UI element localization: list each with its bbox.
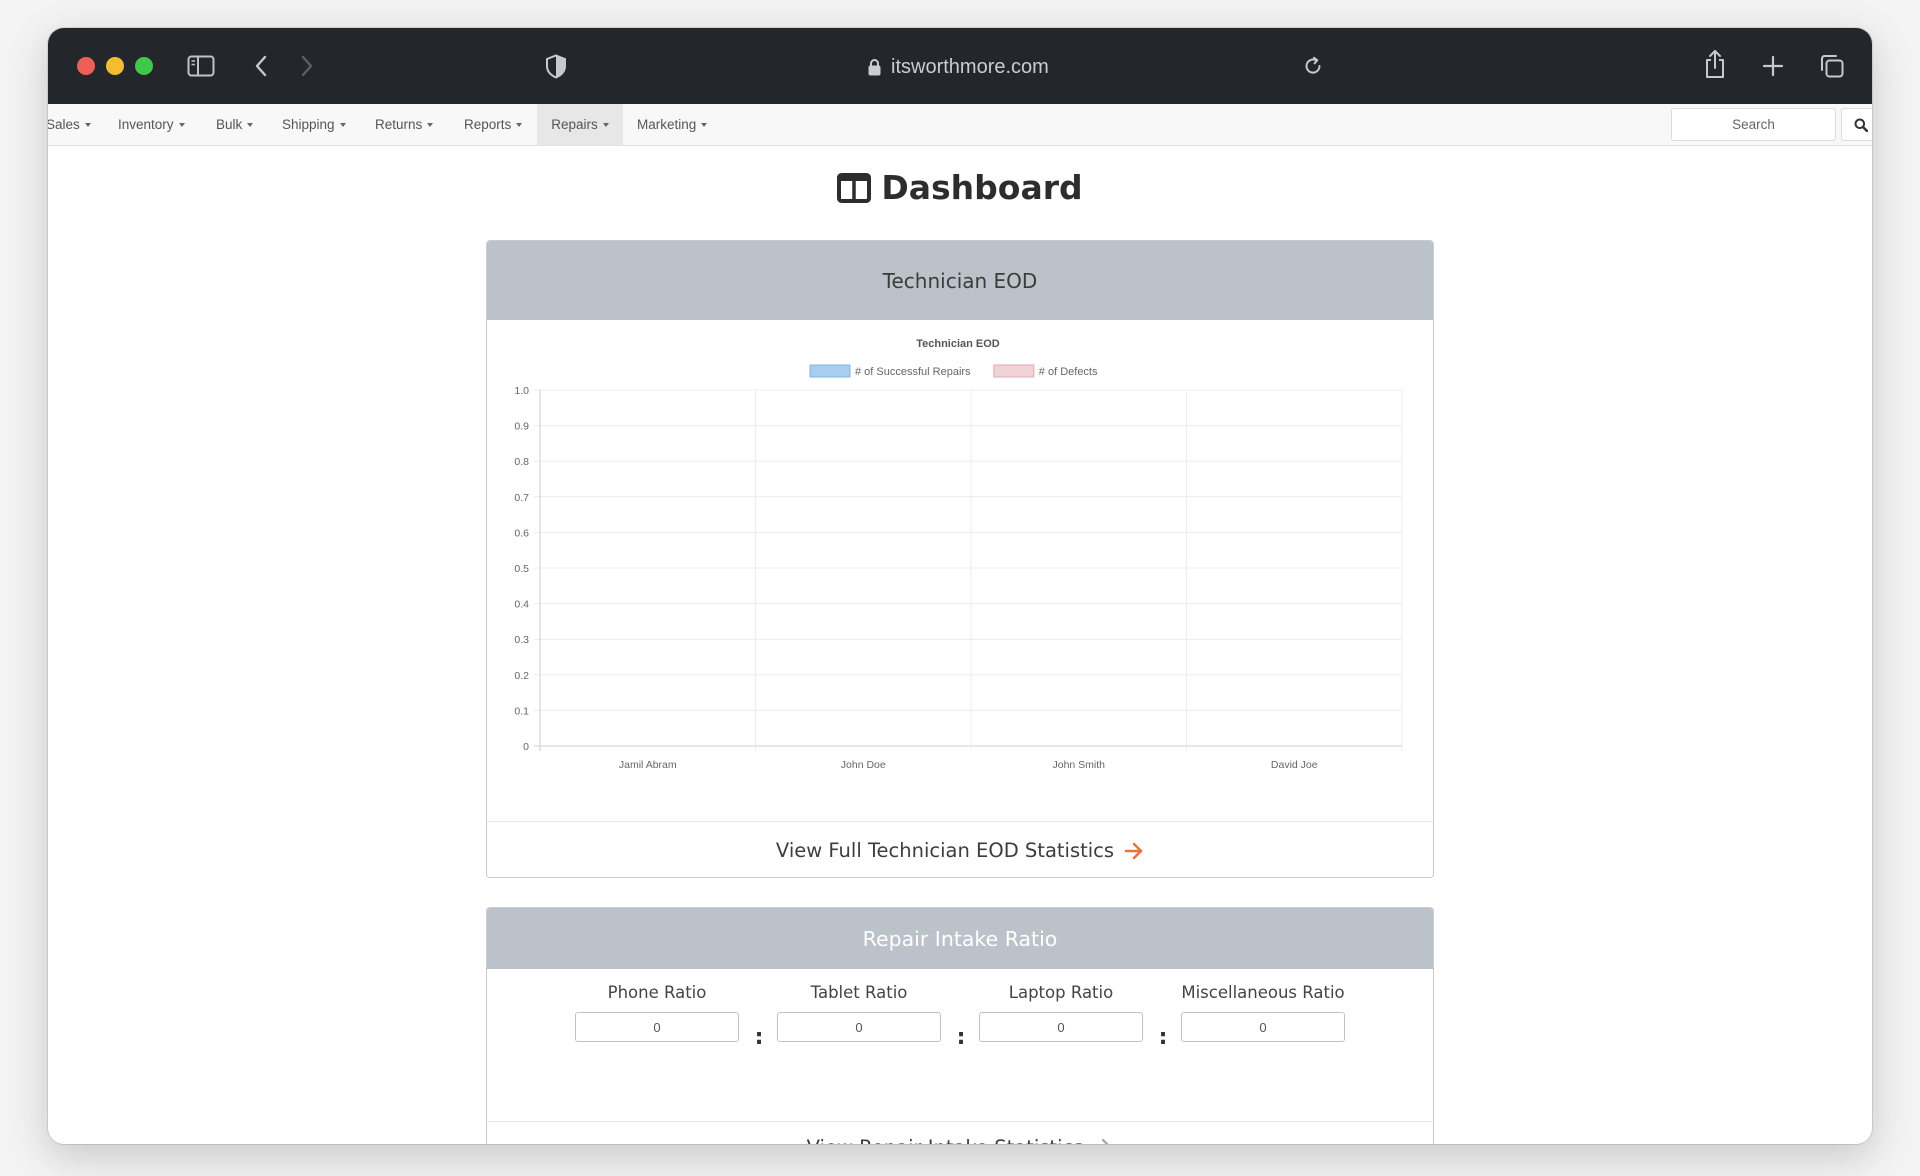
caret-down-icon <box>84 122 91 127</box>
lock-icon <box>868 58 881 76</box>
x-tick-label: John Smith <box>1052 759 1105 771</box>
page-title: Dashboard <box>48 168 1872 207</box>
y-tick-label: 0.9 <box>514 421 529 433</box>
tablet-ratio-input[interactable] <box>777 1012 941 1042</box>
caret-down-icon <box>602 122 609 127</box>
technician-eod-card: Technician EOD Technician EOD # of Succe… <box>486 240 1434 878</box>
privacy-shield-icon[interactable] <box>544 52 568 80</box>
legend-label-1: # of Defects <box>1039 366 1098 378</box>
new-tab-icon[interactable] <box>1760 53 1786 79</box>
search-input[interactable]: Search <box>1671 108 1836 141</box>
reload-icon[interactable] <box>1300 53 1326 79</box>
caret-down-icon <box>178 122 185 127</box>
chart-title: Technician EOD <box>916 338 1000 350</box>
view-intake-stats-label: View Repair Intake Statistics <box>807 1136 1084 1144</box>
y-axis-ticks: 0 0.1 0.2 0.3 0.4 0.5 0.6 0.7 0.8 0.9 1.0 <box>514 385 529 753</box>
ratio-separator: : <box>754 1025 764 1050</box>
nav-item-bulk[interactable]: Bulk <box>216 104 254 145</box>
nav-item-label: Reports <box>464 117 512 132</box>
forward-icon[interactable] <box>297 52 317 80</box>
tablet-ratio-label: Tablet Ratio <box>810 983 908 1002</box>
y-tick-label: 0 <box>523 741 529 753</box>
arrow-right-icon <box>1124 842 1144 860</box>
zoom-window-button[interactable] <box>135 57 153 75</box>
browser-toolbar: itsworthmore.com <box>48 28 1872 104</box>
nav-item-repairs[interactable]: Repairs <box>537 104 623 145</box>
misc-ratio-group: Miscellaneous Ratio <box>1181 983 1345 1042</box>
y-tick-label: 0.4 <box>514 599 529 611</box>
sidebar-toggle-icon[interactable] <box>186 52 216 80</box>
view-eod-stats-label: View Full Technician EOD Statistics <box>775 839 1115 862</box>
nav-item-label: Bulk <box>216 117 243 132</box>
caret-down-icon <box>247 122 254 127</box>
back-icon[interactable] <box>251 52 271 80</box>
caret-down-icon <box>516 122 523 127</box>
tab-overview-icon[interactable] <box>1818 52 1846 80</box>
chart-legend: # of Successful Repairs # of Defects <box>809 364 1098 378</box>
nav-item-label: Shipping <box>282 117 335 132</box>
dashboard-icon <box>837 172 872 203</box>
ratio-row: Phone Ratio : Tablet Ratio : Laptop Rati… <box>487 969 1433 1093</box>
caret-down-icon <box>701 122 708 127</box>
minimize-window-button[interactable] <box>106 57 124 75</box>
legend-swatch-1 <box>993 364 1035 378</box>
misc-ratio-input[interactable] <box>1181 1012 1345 1042</box>
laptop-ratio-input[interactable] <box>979 1012 1143 1042</box>
nav-item-label: Returns <box>375 117 423 132</box>
x-tick-label: John Doe <box>841 759 886 771</box>
nav-item-sales[interactable]: Sales <box>48 104 91 145</box>
y-tick-label: 1.0 <box>514 385 529 397</box>
search-button[interactable] <box>1841 108 1872 141</box>
technician-eod-header: Technician EOD <box>487 241 1433 320</box>
caret-down-icon <box>339 122 346 127</box>
share-icon[interactable] <box>1702 48 1728 80</box>
x-axis-ticks: Jamil Abram John Doe John Smith David Joe <box>619 759 1318 771</box>
phone-ratio-input[interactable] <box>575 1012 739 1042</box>
ratio-separator: : <box>956 1025 966 1050</box>
arrow-right-icon <box>1093 1138 1113 1144</box>
y-tick-label: 0.5 <box>514 563 529 575</box>
repair-intake-card: Repair Intake Ratio Phone Ratio : Tablet… <box>486 907 1434 1144</box>
close-window-button[interactable] <box>77 57 95 75</box>
misc-ratio-label: Miscellaneous Ratio <box>1181 983 1345 1002</box>
page-title-text: Dashboard <box>881 168 1083 207</box>
x-tick-label: David Joe <box>1271 759 1318 771</box>
url-text: itsworthmore.com <box>891 55 1049 78</box>
nav-item-returns[interactable]: Returns <box>375 104 434 145</box>
y-tick-label: 0.1 <box>514 705 529 717</box>
laptop-ratio-label: Laptop Ratio <box>1008 983 1114 1002</box>
site-navbar: Sales Inventory Bulk Shipping Returns Re… <box>48 104 1872 146</box>
view-intake-stats-link[interactable]: View Repair Intake Statistics <box>487 1121 1433 1144</box>
nav-item-marketing[interactable]: Marketing <box>637 104 708 145</box>
y-tick-label: 0.8 <box>514 456 529 468</box>
caret-down-icon <box>427 122 434 127</box>
y-tick-label: 0.2 <box>514 670 529 682</box>
address-bar[interactable]: itsworthmore.com <box>868 54 1049 80</box>
view-eod-stats-link[interactable]: View Full Technician EOD Statistics <box>487 821 1433 877</box>
ratio-separator: : <box>1158 1025 1168 1050</box>
nav-item-label: Sales <box>48 117 80 132</box>
phone-ratio-group: Phone Ratio <box>575 983 739 1042</box>
chart-gridlines <box>534 389 1403 751</box>
nav-item-reports[interactable]: Reports <box>464 104 523 145</box>
search-icon <box>1854 118 1868 132</box>
legend-label-0: # of Successful Repairs <box>855 366 971 378</box>
legend-swatch-0 <box>809 364 851 378</box>
nav-item-label: Marketing <box>637 117 697 132</box>
repair-intake-header: Repair Intake Ratio <box>487 908 1433 969</box>
phone-ratio-label: Phone Ratio <box>607 983 707 1002</box>
y-tick-label: 0.7 <box>514 492 529 504</box>
y-tick-label: 0.6 <box>514 527 529 539</box>
y-tick-label: 0.3 <box>514 634 529 646</box>
nav-item-inventory[interactable]: Inventory <box>118 104 185 145</box>
technician-eod-chart: Technician EOD # of Successful Repairs # … <box>514 338 1403 771</box>
tablet-ratio-group: Tablet Ratio <box>777 983 941 1042</box>
nav-item-label: Inventory <box>118 117 174 132</box>
laptop-ratio-group: Laptop Ratio <box>979 983 1143 1042</box>
nav-item-label: Repairs <box>551 117 598 132</box>
browser-window: itsworthmore.com Sales Inventory Bulk Sh… <box>48 28 1872 1144</box>
nav-item-shipping[interactable]: Shipping <box>282 104 346 145</box>
x-tick-label: Jamil Abram <box>619 759 677 771</box>
